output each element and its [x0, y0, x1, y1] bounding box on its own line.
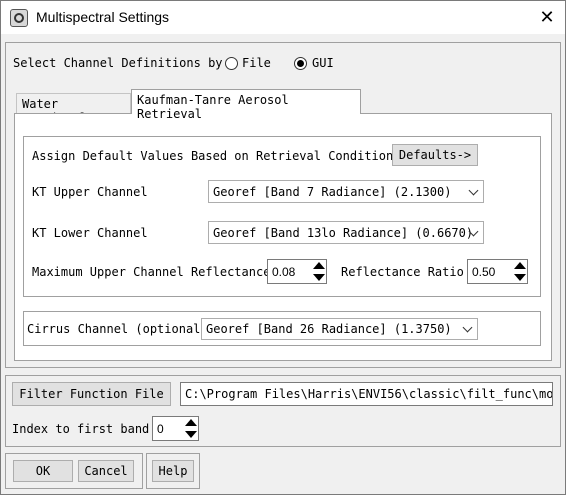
defaults-button[interactable]: Defaults->	[392, 144, 478, 166]
kt-channel-group: Assign Default Values Based on Retrieval…	[23, 136, 541, 297]
tab-page-aerosol: Assign Default Values Based on Retrieval…	[14, 113, 552, 361]
ratio-label: Reflectance Ratio	[341, 265, 464, 279]
max-refl-spinner[interactable]: 0.08	[267, 259, 327, 284]
tab-water-retrieval[interactable]: Water Retrieval	[16, 93, 131, 125]
channel-def-label: Select Channel Definitions by	[13, 56, 223, 70]
filter-panel: Filter Function File C:\Program Files\Ha…	[5, 375, 561, 447]
main-panel: Select Channel Definitions by File GUI W…	[5, 42, 561, 368]
cirrus-label: Cirrus Channel (optional)	[27, 322, 208, 336]
kt-upper-select[interactable]: Georef [Band 7 Radiance] (2.1300)	[208, 180, 484, 203]
cancel-button-label: Cancel	[84, 464, 128, 478]
spinner-arrows-icon[interactable]	[312, 261, 325, 282]
max-refl-value: 0.08	[272, 264, 296, 279]
ok-button[interactable]: OK	[13, 460, 73, 482]
footer-left-panel: OK Cancel	[5, 453, 143, 489]
help-button[interactable]: Help	[152, 460, 194, 482]
radio-gui[interactable]	[294, 57, 307, 70]
footer-right-panel: Help	[146, 453, 200, 489]
title-bar[interactable]: Multispectral Settings ✕	[1, 1, 565, 34]
kt-lower-select[interactable]: Georef [Band 13lo Radiance] (0.6670)	[208, 221, 484, 244]
ok-button-label: OK	[35, 464, 51, 478]
tab-kaufman-tanre[interactable]: Kaufman-Tanre Aerosol Retrieval	[131, 89, 361, 121]
spinner-arrows-icon[interactable]	[184, 418, 197, 439]
index-spinner[interactable]: 0	[152, 416, 199, 441]
radio-file[interactable]	[225, 57, 238, 70]
kt-lower-label: KT Lower Channel	[32, 226, 148, 240]
dialog-window: Multispectral Settings ✕ Select Channel …	[0, 0, 566, 495]
ratio-spinner[interactable]: 0.50	[467, 259, 528, 284]
max-refl-label: Maximum Upper Channel Reflectance	[32, 265, 271, 279]
envi-icon	[10, 9, 28, 27]
kt-lower-value: Georef [Band 13lo Radiance] (0.6670)	[213, 225, 474, 240]
filter-function-button-label: Filter Function File	[19, 387, 164, 401]
close-icon[interactable]: ✕	[533, 5, 561, 31]
help-button-label: Help	[158, 464, 188, 478]
cirrus-value: Georef [Band 26 Radiance] (1.3750)	[206, 322, 452, 336]
spinner-arrows-icon[interactable]	[513, 261, 526, 282]
window-title: Multispectral Settings	[36, 9, 170, 25]
ratio-value: 0.50	[472, 264, 496, 279]
filter-path-field[interactable]: C:\Program Files\Harris\ENVI56\classic\f…	[180, 382, 553, 406]
cirrus-select[interactable]: Georef [Band 26 Radiance] (1.3750)	[201, 318, 478, 340]
filter-path-value: C:\Program Files\Harris\ENVI56\classic\f…	[185, 387, 553, 401]
kt-upper-label: KT Upper Channel	[32, 185, 148, 199]
index-label: Index to first band	[12, 422, 150, 436]
filter-function-button[interactable]: Filter Function File	[12, 382, 171, 406]
index-value: 0	[157, 421, 164, 436]
radio-file-label: File	[242, 56, 271, 70]
kt-upper-value: Georef [Band 7 Radiance] (2.1300)	[213, 184, 452, 199]
radio-gui-label: GUI	[312, 56, 334, 70]
defaults-button-label: Defaults->	[398, 148, 472, 162]
defaults-label: Assign Default Values Based on Retrieval…	[32, 149, 401, 163]
cancel-button[interactable]: Cancel	[78, 460, 134, 482]
cirrus-group: Cirrus Channel (optional) Georef [Band 2…	[23, 311, 541, 346]
chevron-down-icon	[462, 322, 473, 333]
chevron-down-icon	[468, 185, 479, 195]
